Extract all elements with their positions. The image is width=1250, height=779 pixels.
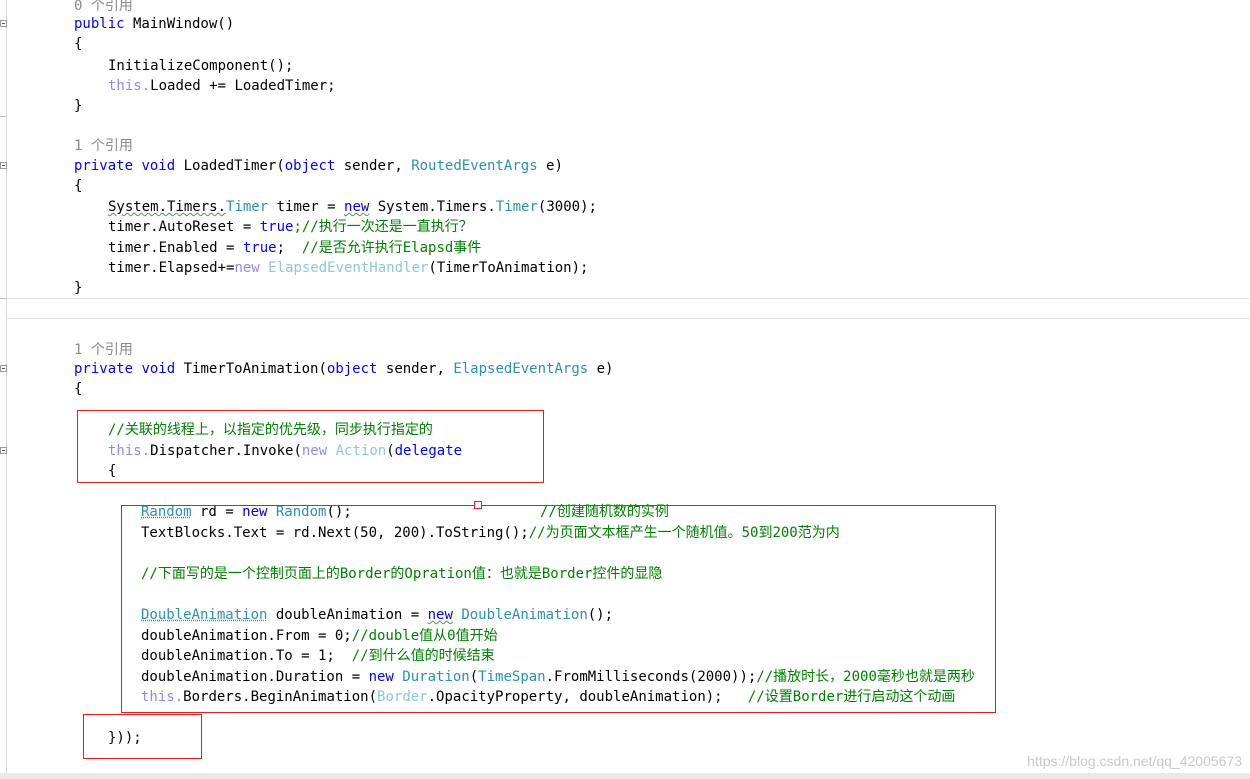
- code-line[interactable]: this.Loaded += LoadedTimer;: [108, 76, 336, 96]
- code-line[interactable]: }: [74, 96, 82, 116]
- code-line[interactable]: {: [74, 34, 82, 54]
- watermark: https://blog.csdn.net/qq_42005673: [1027, 753, 1242, 769]
- keyword: true: [242, 240, 277, 256]
- code-text: TimerToAnimation(: [175, 361, 327, 377]
- code-line[interactable]: System.Timers.Timer timer = new System.T…: [108, 197, 597, 217]
- collapse-toggle-icon[interactable]: [0, 447, 7, 454]
- code-text: e): [537, 158, 563, 174]
- code-line[interactable]: {: [74, 176, 82, 196]
- fold-end-marker: [0, 116, 6, 117]
- code-line[interactable]: timer.Enabled = true; //是否允许执行Elapsd事件: [108, 238, 481, 258]
- comment: //是否允许执行Elapsd事件: [301, 240, 482, 256]
- code-text: sender,: [377, 361, 454, 377]
- code-text: timer.Enabled =: [108, 240, 243, 256]
- keyword: private: [74, 158, 134, 174]
- code-line[interactable]: public MainWindow(): [74, 14, 234, 34]
- reference-count-lens[interactable]: 1 个引用: [74, 340, 133, 360]
- code-line[interactable]: timer.Elapsed+=new ElapsedEventHandler(T…: [108, 258, 588, 278]
- collapse-toggle-icon[interactable]: [0, 20, 7, 27]
- code-line[interactable]: timer.AutoReset = true;//执行一次还是一直执行？: [108, 217, 473, 237]
- keyword: void: [141, 361, 176, 377]
- collapse-toggle-icon[interactable]: [0, 365, 7, 372]
- code-text: LoadedTimer(: [175, 158, 285, 174]
- code-line[interactable]: private void TimerToAnimation(object sen…: [74, 359, 613, 379]
- code-line[interactable]: private void LoadedTimer(object sender, …: [74, 156, 563, 176]
- keyword: object: [326, 361, 378, 377]
- code-line[interactable]: }: [74, 278, 82, 298]
- current-line-highlight: [6, 298, 1250, 319]
- reference-count-lens[interactable]: 1 个引用: [74, 136, 133, 156]
- code-text: timer.AutoReset =: [108, 219, 260, 235]
- code-text: MainWindow(): [124, 16, 235, 32]
- code-text: Loaded += LoadedTimer;: [150, 78, 336, 94]
- keyword: true: [259, 219, 294, 235]
- code-line[interactable]: InitializeComponent();: [108, 56, 293, 76]
- collapse-toggle-icon[interactable]: [0, 162, 7, 169]
- type-name: ElapsedEventHandler: [259, 260, 429, 276]
- resize-handle[interactable]: [474, 501, 482, 509]
- code-text: sender,: [335, 158, 412, 174]
- code-text: (TimerToAnimation);: [428, 260, 589, 276]
- comment: ;//执行一次还是一直执行？: [293, 219, 473, 235]
- keyword: object: [284, 158, 336, 174]
- code-text: e): [588, 361, 614, 377]
- bottom-edge: [0, 773, 1250, 779]
- code-text: timer =: [268, 199, 345, 215]
- keyword: public: [74, 16, 125, 32]
- keyword: new: [344, 199, 370, 215]
- type-name: ElapsedEventArgs: [453, 361, 589, 377]
- annotation-box: [83, 714, 202, 759]
- annotation-box: [77, 410, 544, 483]
- type-name: Timer: [226, 199, 269, 215]
- code-text: System.Timers.: [108, 199, 227, 215]
- keyword: void: [141, 158, 176, 174]
- type-name: Timer: [495, 199, 538, 215]
- code-line[interactable]: {: [74, 379, 82, 399]
- keyword: new: [234, 260, 260, 276]
- keyword-this: this.: [108, 78, 151, 94]
- code-text: System.Timers.: [369, 199, 496, 215]
- code-text: timer.Elapsed+=: [108, 260, 235, 276]
- annotation-box: [121, 505, 996, 713]
- type-name: RoutedEventArgs: [411, 158, 538, 174]
- code-text: (3000);: [537, 199, 597, 215]
- keyword: private: [74, 361, 134, 377]
- code-text: ;: [276, 240, 302, 256]
